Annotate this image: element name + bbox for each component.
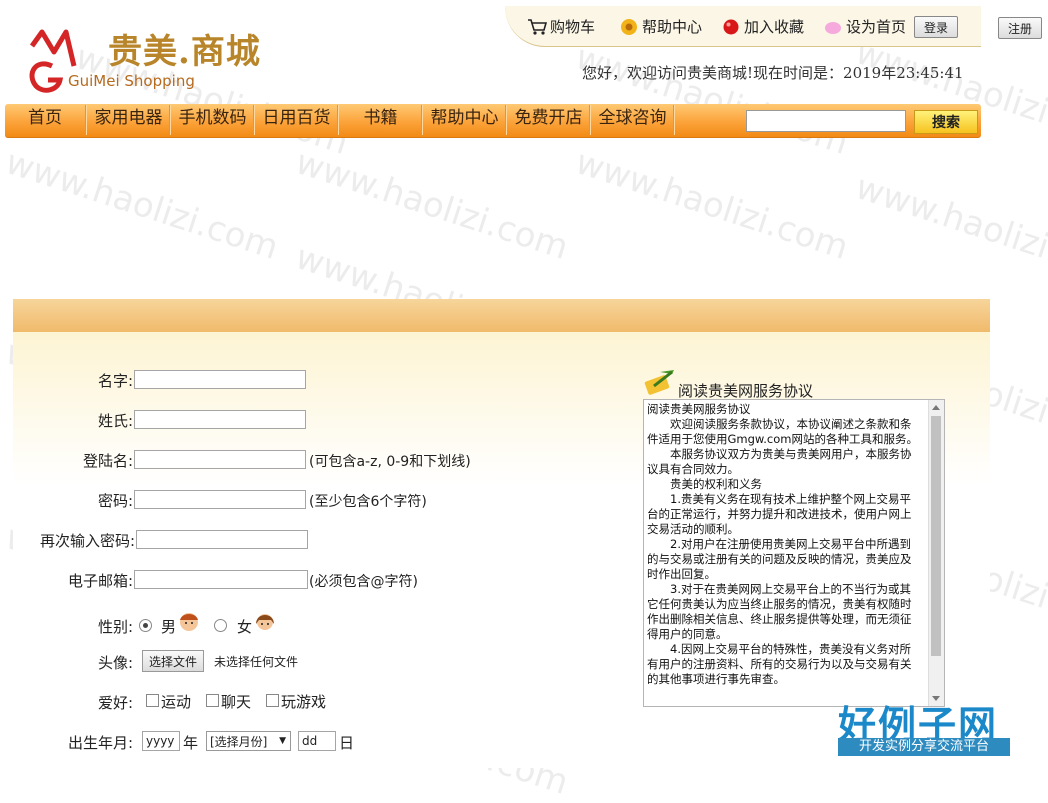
- password-input[interactable]: [134, 490, 306, 509]
- nav-item-global[interactable]: 全球咨询: [592, 105, 674, 135]
- gender-female-radio[interactable]: [214, 619, 227, 632]
- watermark-text: www.haolizi.com: [850, 32, 1048, 158]
- pink-heart-icon: [825, 21, 841, 34]
- agreement-paragraph: 2.对用户在注册使用贵美网上交易平台中所遇到的与交易或注册有关的问题及反映的情况…: [647, 537, 912, 581]
- boy-face-icon: [180, 613, 198, 631]
- logo-name-cn: 贵美.商城: [108, 32, 261, 72]
- register-button[interactable]: 注册: [998, 17, 1042, 39]
- watermark-logo-sub: 开发实例分享交流平台: [838, 738, 1010, 756]
- hobby-chat-checkbox[interactable]: [206, 694, 219, 707]
- main-nav: 首页 家用电器 手机数码 日用百货 书籍 帮助中心 免费开店 全球咨询 搜索: [5, 104, 981, 138]
- watermark-text: www.haolizi.com: [290, 142, 574, 268]
- agreement-scrollbar[interactable]: [928, 400, 944, 706]
- welcome-message: 您好，欢迎访问贵美商城!现在时间是：2019年23:45:41: [582, 64, 964, 82]
- nav-item-home[interactable]: 首页: [5, 105, 86, 135]
- favorite-link[interactable]: 加入收藏: [721, 16, 804, 37]
- agreement-paragraph: 贵美的权利和义务: [647, 477, 762, 491]
- avatar-label: 头像:: [97, 654, 133, 672]
- help-link[interactable]: 帮助中心: [619, 16, 702, 37]
- scroll-up-icon[interactable]: [932, 405, 940, 410]
- search-input[interactable]: [746, 110, 906, 132]
- password-label: 密码:: [97, 492, 133, 510]
- search-button[interactable]: 搜索: [914, 110, 978, 134]
- agreement-paragraph: 本服务协议双方为贵美与贵美网用户，本服务协议具有合同效力。: [647, 447, 912, 476]
- first-name-input[interactable]: [134, 370, 306, 389]
- nav-item-books[interactable]: 书籍: [340, 105, 422, 135]
- gender-label: 性别:: [97, 618, 133, 636]
- scroll-thumb[interactable]: [931, 416, 941, 656]
- password-confirm-input[interactable]: [136, 530, 308, 549]
- nav-item-appliances[interactable]: 家用电器: [88, 105, 170, 135]
- agreement-paragraph: 4.因网上交易平台的特殊性，贵美没有义务对所有用户的注册资料、所有的交易行为以及…: [647, 642, 912, 686]
- top-nav: 购物车 帮助中心 加入收藏 设为首页 登录: [505, 6, 981, 47]
- hobby-sport-label: 运动: [161, 693, 192, 711]
- choose-file-button[interactable]: 选择文件: [142, 650, 205, 672]
- agreement-paragraph: 阅读贵美网服务协议: [647, 402, 751, 416]
- watermark-text: www.haolizi.com: [570, 142, 854, 268]
- watermark-text: www.haolizi.com: [850, 167, 1048, 293]
- nav-item-help[interactable]: 帮助中心: [424, 105, 506, 135]
- birth-day-input[interactable]: dd: [298, 731, 336, 751]
- logo-name-en: GuiMei Shopping: [68, 72, 195, 90]
- month-select-value: [选择月份]: [210, 734, 268, 749]
- agreement-title: 阅读贵美网服务协议: [678, 382, 814, 400]
- username-label: 登陆名:: [82, 452, 133, 470]
- homepage-label: 设为首页: [846, 18, 907, 36]
- hobby-game-checkbox[interactable]: [266, 694, 279, 707]
- agreement-text: 阅读贵美网服务协议 欢迎阅读服务条款协议，本协议阐述之条款和条件适用于您使用Gm…: [647, 402, 921, 687]
- dropdown-arrow-icon: ▼: [279, 736, 286, 746]
- first-name-label: 名字:: [97, 372, 133, 390]
- favorite-label: 加入收藏: [744, 18, 805, 36]
- gender-male-label: 男: [161, 618, 177, 636]
- red-ball-icon: [723, 19, 739, 34]
- homepage-link[interactable]: 设为首页: [823, 16, 906, 37]
- watermark-logo: 好例子网 开发实例分享交流平台: [838, 694, 1010, 760]
- watermark-text: www.haolizi.com: [0, 142, 284, 268]
- last-name-label: 姓氏:: [97, 412, 133, 430]
- help-label: 帮助中心: [642, 18, 703, 36]
- file-status: 未选择任何文件: [214, 655, 299, 669]
- login-button[interactable]: 登录: [914, 16, 958, 38]
- username-hint: (可包含a-z, 0-9和下划线): [309, 454, 471, 470]
- site-logo[interactable]: 贵美.商城 GuiMei Shopping: [22, 22, 282, 102]
- email-input[interactable]: [134, 570, 308, 589]
- last-name-input[interactable]: [134, 410, 306, 429]
- watermark-text: www.haolizi.com: [570, 37, 854, 163]
- birth-label: 出生年月:: [67, 734, 133, 752]
- agreement-paragraph: 欢迎阅读服务条款协议，本协议阐述之条款和条件适用于您使用Gmgw.com网站的各…: [647, 417, 918, 446]
- gender-male-radio[interactable]: [139, 619, 152, 632]
- section-banner: [13, 299, 990, 332]
- day-unit: 日: [339, 734, 355, 752]
- password-hint: (至少包含6个字符): [309, 494, 427, 510]
- hobby-sport-checkbox[interactable]: [146, 694, 159, 707]
- gender-female-label: 女: [237, 618, 253, 636]
- birth-month-select[interactable]: [选择月份] ▼: [206, 731, 291, 751]
- email-label: 电子邮箱:: [67, 572, 133, 590]
- username-input[interactable]: [134, 450, 306, 469]
- email-hint: (必须包含@字符): [309, 574, 418, 590]
- password-confirm-label: 再次输入密码:: [39, 532, 135, 550]
- agreement-textarea[interactable]: 阅读贵美网服务协议 欢迎阅读服务条款协议，本协议阐述之条款和条件适用于您使用Gm…: [643, 399, 945, 707]
- sunflower-icon: [621, 18, 637, 35]
- hobby-game-label: 玩游戏: [281, 693, 327, 711]
- cart-icon: [528, 18, 547, 35]
- year-unit: 年: [183, 734, 199, 752]
- hobby-label: 爱好:: [97, 694, 133, 712]
- cart-link[interactable]: 购物车: [527, 16, 595, 37]
- agreement-paragraph: 1.贵美有义务在现有技术上维护整个网上交易平台的正常运行，并努力提升和改进技术，…: [647, 492, 912, 536]
- nav-item-digital[interactable]: 手机数码: [172, 105, 254, 135]
- agreement-paragraph: 3.对于在贵美网网上交易平台上的不当行为或其它任何贵美认为应当终止服务的情况，贵…: [647, 582, 912, 641]
- birth-year-input[interactable]: yyyy: [142, 731, 180, 751]
- nav-item-open-shop[interactable]: 免费开店: [508, 105, 590, 135]
- nav-item-daily[interactable]: 日用百货: [256, 105, 338, 135]
- pencil-note-icon: [644, 370, 674, 395]
- hobby-chat-label: 聊天: [221, 693, 252, 711]
- girl-face-icon: [256, 614, 274, 630]
- cart-label: 购物车: [550, 18, 596, 36]
